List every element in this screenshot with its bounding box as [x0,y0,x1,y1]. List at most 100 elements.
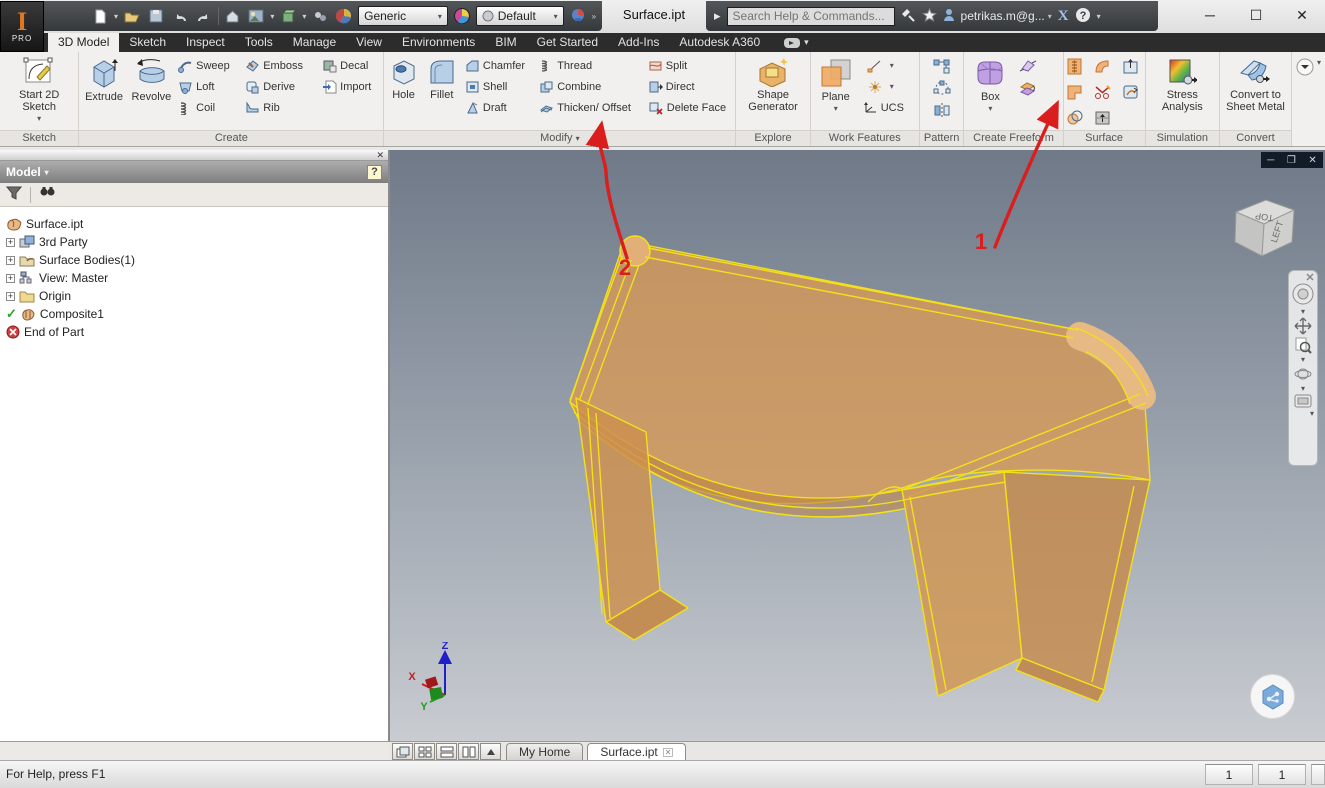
tile-windows-button[interactable] [414,743,435,760]
browser-splitter[interactable]: ✕ [0,150,388,161]
draft-button[interactable]: Draft [463,97,535,118]
coil-button[interactable]: Coil [176,97,241,118]
emboss-button[interactable]: Emboss [243,55,318,76]
thicken-offset-button[interactable]: Thicken/ Offset [537,97,644,118]
orbit-dropdown-icon[interactable]: ▾ [1290,384,1316,393]
appearance-select[interactable]: Default ▾ [475,6,564,26]
extrude-button[interactable]: Extrude [81,55,126,105]
search-input[interactable] [726,6,895,26]
tree-item-end-of-part[interactable]: End of Part [6,323,388,341]
undo-button[interactable] [170,5,190,27]
freeform-box-button[interactable]: Box ▾ [966,55,1014,117]
adjust-appearance-icon[interactable] [568,5,588,27]
decal-button[interactable]: Decal [320,55,381,76]
expand-icon[interactable]: + [6,273,15,283]
tile-horizontal-button[interactable] [436,743,457,760]
user-icon[interactable] [943,8,955,24]
minimize-button[interactable]: ─ [1187,0,1233,30]
expand-icon[interactable]: + [6,237,15,247]
search-pane-toggle-icon[interactable]: ▸ [714,8,721,24]
expand-icon[interactable]: + [6,291,15,301]
hole-button[interactable]: Hole [386,55,420,103]
doc-restore-icon[interactable]: ❐ [1287,155,1296,166]
expand-icon[interactable]: + [6,255,15,265]
panel-label-sketch[interactable]: Sketch [0,130,79,146]
panel-label-convert[interactable]: Convert [1219,130,1291,146]
screencast-menu[interactable]: ▾ [784,33,809,52]
panel-label-create[interactable]: Create [79,130,384,146]
model-canvas[interactable] [390,150,1325,741]
close-button[interactable]: ✕ [1279,0,1325,30]
home-button[interactable] [223,5,243,27]
help-icon[interactable]: ? [1075,7,1091,26]
maximize-button[interactable]: ☐ [1233,0,1279,30]
tab-environments[interactable]: Environments [392,33,485,52]
replace-face-button[interactable] [1119,81,1143,103]
tab-manage[interactable]: Manage [283,33,346,52]
tab-add-ins[interactable]: Add-Ins [608,33,669,52]
material-select[interactable]: Generic ▾ [358,6,448,26]
tab-bim[interactable]: BIM [485,33,526,52]
pan-button[interactable] [1290,317,1316,335]
stitch-surface-button[interactable] [1063,55,1087,77]
tab-close-icon[interactable]: ✕ [662,747,674,757]
inventor-logo[interactable]: I PRO [0,1,44,52]
shape-generator-button[interactable]: Shape Generator [740,55,806,115]
navigation-wheel-button[interactable] [1290,282,1316,306]
satellite-icon[interactable] [901,8,916,25]
tree-item-surface-bodies[interactable]: + Surface Bodies(1) [6,251,388,269]
freeform-face-button[interactable] [1016,55,1040,77]
delete-face-button[interactable]: Delete Face [646,97,734,118]
wheel-dropdown-icon[interactable]: ▾ [1290,307,1316,316]
panel-label-simulation[interactable]: Simulation [1145,130,1219,146]
qat-expand-icon[interactable]: » [592,12,596,21]
mirror-button[interactable] [930,99,954,121]
import-button[interactable]: Import [320,76,381,97]
tab-my-home[interactable]: My Home [506,743,584,760]
material-dropdown-icon[interactable]: ▾ [302,12,306,21]
iproperties-button[interactable] [310,5,330,27]
navbar-more-dropdown-icon[interactable]: ▾ [1290,409,1316,418]
tab-get-started[interactable]: Get Started [527,33,608,52]
plane-button[interactable]: Plane ▾ [813,55,859,117]
open-button[interactable] [122,5,142,27]
tab-3d-model[interactable]: 3D Model [48,33,120,52]
tab-tools[interactable]: Tools [235,33,283,52]
derive-button[interactable]: Derive [243,76,318,97]
loft-button[interactable]: Loft [176,76,241,97]
fillet-button[interactable]: Fillet [423,55,461,103]
search-tree-icon[interactable] [39,186,57,203]
tab-surface-ipt[interactable]: Surface.ipt ✕ [587,743,687,760]
tree-item-view-master[interactable]: + View: Master [6,269,388,287]
filter-icon[interactable] [5,186,23,203]
color-wheel-icon[interactable] [334,5,354,27]
rib-button[interactable]: Rib [243,97,318,118]
favorites-star-icon[interactable] [921,7,937,25]
browser-close-icon[interactable]: ✕ [376,150,384,161]
new-file-button[interactable] [90,5,110,27]
axis-button[interactable]: ▾ [861,55,917,76]
split-button[interactable]: Split [646,55,734,76]
panel-label-work-features[interactable]: Work Features [810,130,919,146]
ucs-button[interactable]: UCS [861,97,917,118]
exchange-apps-icon[interactable]: X [1058,8,1069,25]
look-at-button[interactable] [1290,394,1316,408]
convert-to-sheet-metal-button[interactable]: Convert to Sheet Metal [1222,55,1289,115]
shell-button[interactable]: Shell [463,76,535,97]
tree-item-composite1[interactable]: ✓ Composite1 [6,305,388,323]
circular-pattern-button[interactable] [930,77,954,99]
tree-item-origin[interactable]: + Origin [6,287,388,305]
panel-label-pattern[interactable]: Pattern [919,130,964,146]
boundary-patch-button[interactable] [1063,81,1087,103]
tile-vertical-button[interactable] [458,743,479,760]
redo-button[interactable] [194,5,214,27]
orbit-button[interactable] [1290,365,1316,383]
panel-label-create-freeform[interactable]: Create Freeform [964,130,1063,146]
doc-minimize-icon[interactable]: ─ [1267,155,1274,166]
ribbon-collapse-dropdown-icon[interactable]: ▾ [1317,58,1321,67]
account-menu[interactable]: petrikas.m@g... ▾ [961,9,1052,23]
panel-label-surface[interactable]: Surface [1063,130,1145,146]
cascade-windows-button[interactable] [392,743,413,760]
viewport-3d[interactable]: ─ ❐ ✕ Z X Y TOP LEFT ▾ ▾ ▾ ▾ [390,150,1325,741]
new-file-dropdown-icon[interactable]: ▾ [114,12,118,21]
